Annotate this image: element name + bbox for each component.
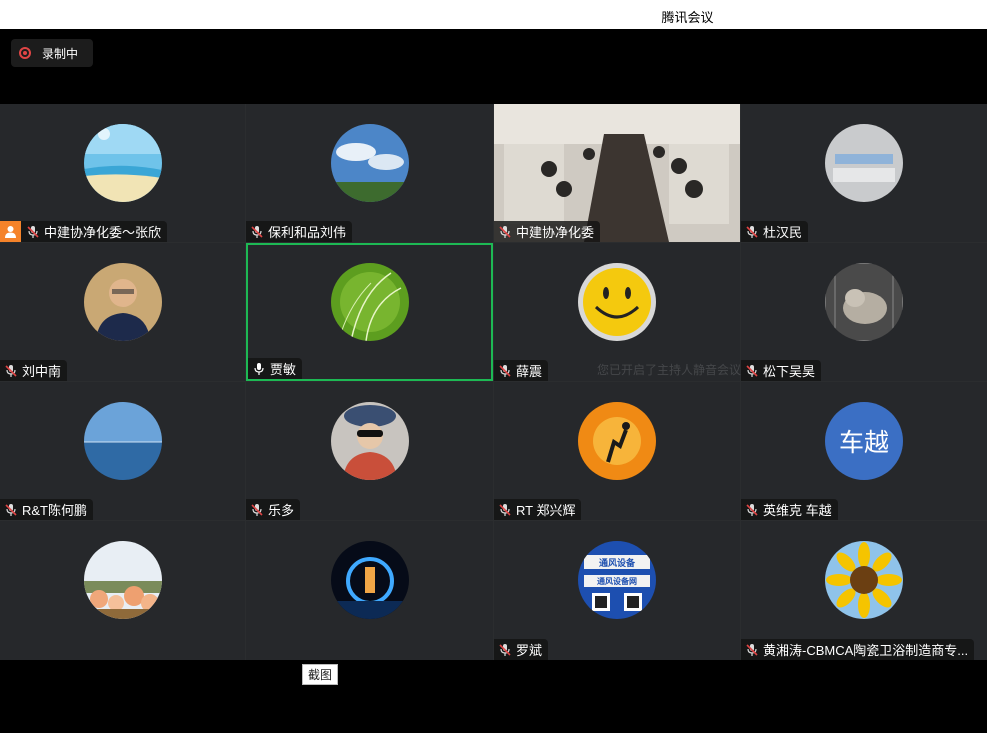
ocean-photo: [83, 402, 162, 480]
mic-muted-icon: [251, 225, 263, 238]
participant-nametag: R&T陈何鹏: [0, 499, 94, 520]
sky-photo: [330, 124, 409, 202]
participant-nametag: 英维克 车越: [741, 499, 838, 520]
mic-muted-icon: [5, 503, 17, 516]
avatar: [330, 124, 409, 202]
screenshot-button[interactable]: 截图: [302, 664, 338, 685]
sunflower-photo: [825, 541, 903, 619]
avatar-text: 通风设备网: [597, 577, 637, 586]
video-grid: 中建协净化委～张欣 保利和品刘伟 中建协净化委 杜汉民 刘中南 贾敏 薛震 松下…: [0, 104, 987, 660]
top-toolbar: [0, 29, 987, 104]
avatar: [330, 541, 409, 619]
sunset-photo: [578, 402, 656, 480]
cat-photo: [825, 263, 903, 341]
participant-tile[interactable]: R&T陈何鹏: [0, 382, 245, 520]
participant-nametag: 罗斌: [494, 639, 549, 660]
participant-nametag: RT 郑兴辉: [494, 499, 582, 520]
participant-name: 黄湘涛-CBMCA陶瓷卫浴制造商专...: [763, 643, 969, 658]
participant-tile[interactable]: RT 郑兴辉: [494, 382, 740, 520]
mic-muted-icon: [5, 364, 17, 377]
avatar-initials: 车越: [838, 429, 889, 457]
mic-muted-icon: [746, 364, 758, 377]
participant-tile[interactable]: 中建协净化委～张欣: [0, 104, 245, 242]
participant-name: 刘中南: [22, 364, 62, 379]
host-icon: [0, 221, 21, 242]
participant-name: 英维克 车越: [763, 503, 832, 518]
participant-tile[interactable]: 保利和品刘伟: [246, 104, 493, 242]
participant-nametag: 保利和品刘伟: [246, 221, 353, 242]
mic-muted-icon: [746, 503, 758, 516]
participant-tile[interactable]: 黄湘涛-CBMCA陶瓷卫浴制造商专...: [741, 521, 987, 660]
mic-muted-icon: [746, 225, 758, 238]
participant-tile[interactable]: 通风设备 通风设备网 罗斌: [494, 521, 740, 660]
participant-name: 杜汉民: [763, 225, 803, 240]
participant-tile[interactable]: 车越 英维克 车越: [741, 382, 987, 520]
participant-name: 中建协净化委: [516, 225, 595, 240]
smiley-photo: [578, 263, 656, 341]
participant-name: 保利和品刘伟: [268, 225, 347, 240]
avatar: [825, 124, 903, 202]
participant-name: 松下吴昊: [763, 364, 816, 379]
faded-notice-text: 您已开启了主持人静音会议: [597, 363, 742, 377]
title-bar: 腾讯会议: [0, 0, 987, 29]
participant-tile[interactable]: [0, 521, 245, 660]
avatar: [330, 402, 409, 480]
mic-muted-icon: [251, 503, 263, 516]
mic-muted-icon: [499, 503, 511, 516]
participant-name: 薛震: [516, 364, 543, 379]
person-photo: [330, 402, 409, 480]
avatar: [83, 263, 162, 341]
participant-name: 乐多: [268, 503, 295, 518]
participant-nametag: 中建协净化委～张欣: [0, 221, 168, 242]
avatar: 通风设备 通风设备网: [578, 541, 656, 619]
avatar: [83, 541, 162, 619]
participant-tile[interactable]: 刘中南: [0, 243, 245, 381]
participant-tile-active-speaker[interactable]: 贾敏: [246, 243, 493, 381]
participant-name: 罗斌: [516, 643, 543, 658]
window-title: 腾讯会议: [661, 10, 714, 25]
avatar: [825, 541, 903, 619]
avatar: [825, 263, 903, 341]
mic-muted-icon: [499, 643, 511, 656]
participant-nametag: 刘中南: [0, 360, 68, 381]
mic-muted-icon: [499, 225, 511, 238]
grass-photo: [330, 263, 409, 341]
participant-tile[interactable]: 乐多: [246, 382, 493, 520]
mic-muted-icon: [27, 225, 39, 238]
participant-tile[interactable]: 松下吴昊: [741, 243, 987, 381]
participant-nametag: 贾敏: [248, 358, 303, 379]
avatar: [578, 263, 656, 341]
avatar: [330, 263, 409, 341]
participant-name: RT 郑兴辉: [516, 503, 576, 518]
participant-name: R&T陈何鹏: [22, 503, 88, 518]
participant-tile[interactable]: [246, 521, 493, 660]
mic-active-icon: [254, 362, 264, 375]
participant-nametag: 中建协净化委: [494, 221, 601, 242]
record-icon: [19, 47, 31, 59]
avatar: [578, 402, 656, 480]
avatar-text: 通风设备: [598, 558, 635, 568]
mic-muted-icon: [499, 364, 511, 377]
recording-indicator[interactable]: 录制中: [11, 39, 93, 67]
participant-nametag: 杜汉民: [741, 221, 809, 242]
person-photo: [83, 263, 162, 341]
night-tower-photo: [330, 541, 409, 619]
participant-nametag: 黄湘涛-CBMCA陶瓷卫浴制造商专...: [741, 639, 975, 660]
participant-name: 中建协净化委～张欣: [44, 225, 162, 240]
participant-tile-video[interactable]: 中建协净化委: [494, 104, 740, 242]
participant-nametag: 乐多: [246, 499, 301, 520]
avatar: [83, 402, 162, 480]
text-avatar: 车越: [825, 402, 903, 480]
recording-label: 录制中: [42, 46, 79, 61]
participant-nametag: 松下吴昊: [741, 360, 822, 381]
beach-photo: [83, 124, 162, 202]
avatar: [83, 124, 162, 202]
flowers-photo: [83, 541, 162, 619]
mic-muted-icon: [746, 643, 758, 656]
participant-name: 贾敏: [270, 362, 297, 377]
participant-nametag: 薛震: [494, 360, 549, 381]
participant-tile[interactable]: 杜汉民: [741, 104, 987, 242]
logo-photo: [825, 124, 903, 202]
